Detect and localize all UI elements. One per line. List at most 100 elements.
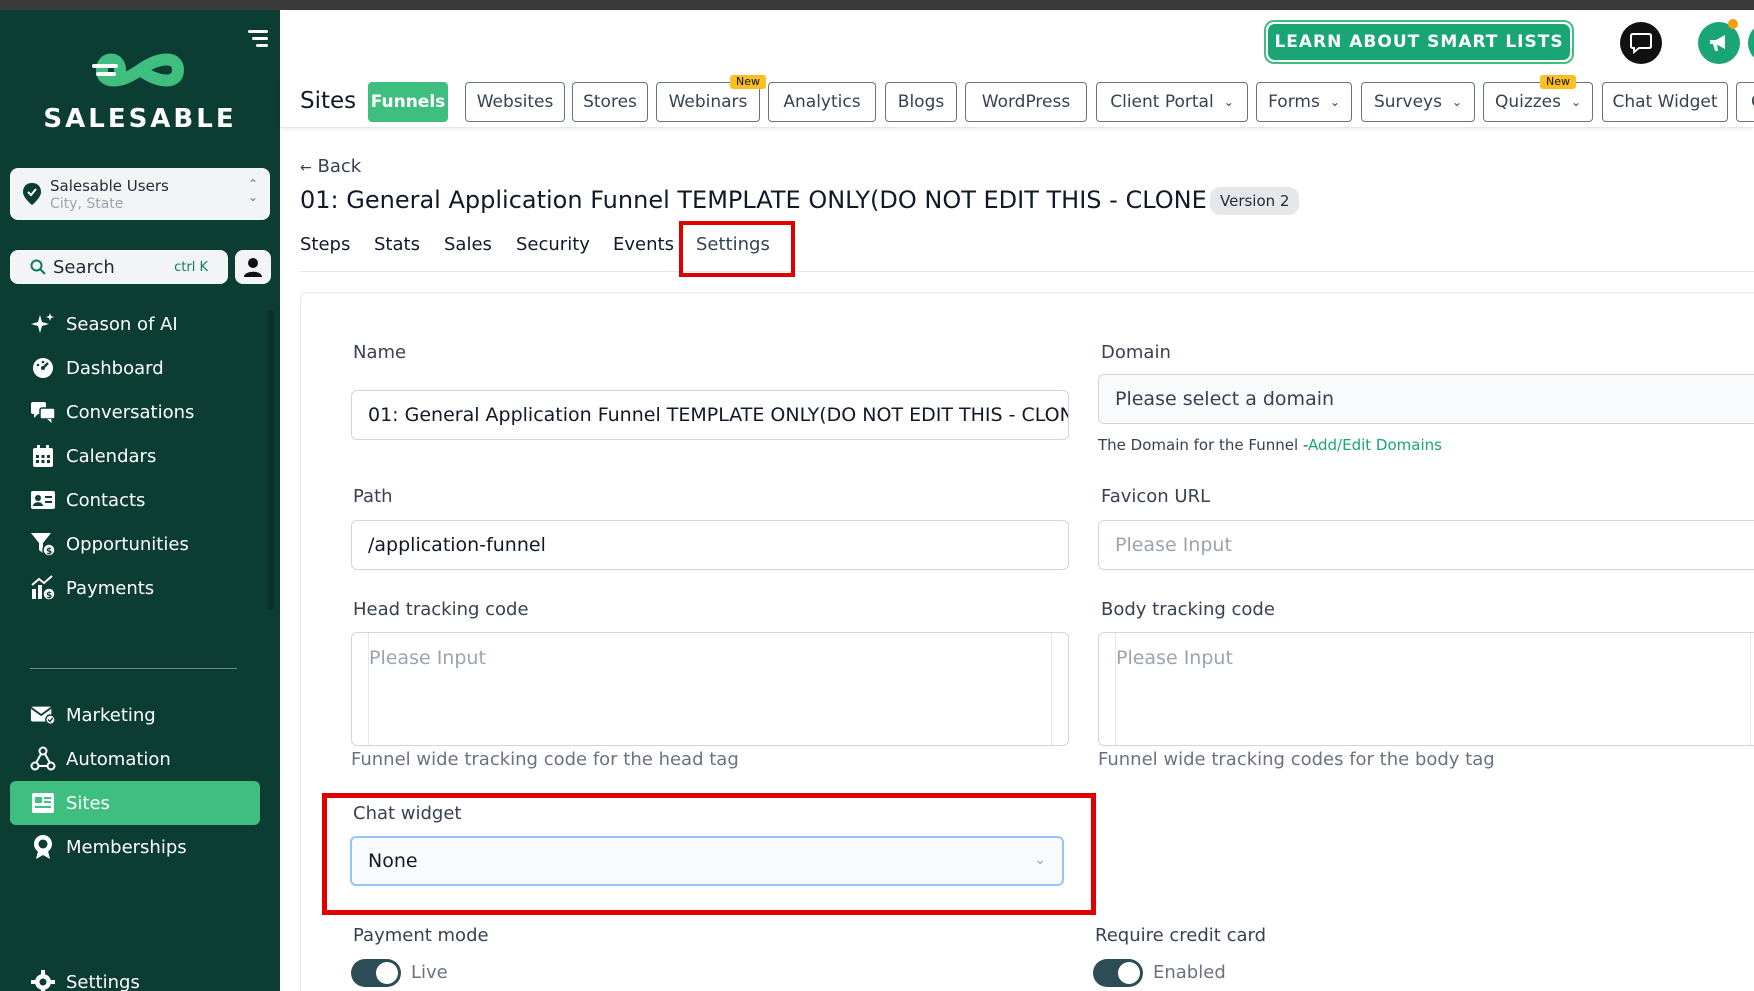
sidebar-item-label: Opportunities <box>66 533 189 555</box>
tab-label: Blogs <box>897 92 945 112</box>
tab-security[interactable]: Security <box>516 234 590 255</box>
new-badge: New <box>1540 75 1576 89</box>
back-link[interactable]: ← Back <box>300 156 361 177</box>
location-pin-icon <box>23 183 41 205</box>
favicon-label: Favicon URL <box>1101 486 1211 507</box>
tab-blogs[interactable]: Blogs <box>885 82 957 122</box>
sites-tabs-bar: Sites Funnels Websites Stores Webinars N… <box>280 75 1754 128</box>
tab-funnels[interactable]: Funnels <box>368 82 448 122</box>
domain-select[interactable]: Please select a domain <box>1098 374 1754 424</box>
user-icon <box>244 258 262 277</box>
payments-chart-icon: $ <box>30 575 56 601</box>
sidebar-item-label: Payments <box>66 577 155 599</box>
tab-steps[interactable]: Steps <box>300 234 350 255</box>
tab-quizzes[interactable]: Quizzes ⌄ <box>1483 82 1593 122</box>
favicon-input[interactable]: Please Input <box>1098 520 1754 570</box>
chevron-down-icon: ⌄ <box>1451 95 1463 109</box>
chevron-down-icon: ⌄ <box>1223 95 1234 109</box>
sidebar-item-automation[interactable]: Automation <box>10 737 260 781</box>
domain-label: Domain <box>1101 342 1171 363</box>
tab-stores[interactable]: Stores <box>572 82 648 122</box>
learn-smart-lists-label: LEARN ABOUT SMART LISTS <box>1268 24 1570 60</box>
support-chat-button[interactable] <box>1620 22 1662 64</box>
domain-helper-text: The Domain for the Funnel - <box>1098 436 1308 454</box>
sidebar-item-marketing[interactable]: Marketing <box>10 693 260 737</box>
tab-analytics[interactable]: Analytics <box>768 82 876 122</box>
search-label: Search <box>53 257 115 278</box>
head-code-textarea[interactable]: Please Input <box>351 632 1069 746</box>
svg-text:$: $ <box>46 591 52 601</box>
search-icon <box>30 259 46 275</box>
sidebar-item-opportunities[interactable]: $ Opportunities <box>10 522 260 566</box>
search-shortcut: ctrl K <box>174 260 208 275</box>
chevron-up-down-icon: ⌃ ⌄ <box>247 177 258 204</box>
tab-label: WordPress <box>981 92 1071 112</box>
location-subtitle: City, State <box>50 196 124 212</box>
sidebar-search[interactable]: Search ctrl K <box>10 250 228 284</box>
sub-tabs-divider <box>300 271 1754 272</box>
chat-widget-highlight-box <box>322 793 1096 915</box>
sidebar-item-settings[interactable]: Settings <box>10 960 260 991</box>
header-action-button[interactable] <box>1748 22 1754 64</box>
tab-forms[interactable]: Forms ⌄ <box>1256 82 1352 122</box>
sidebar-item-label: Marketing <box>66 704 156 726</box>
sidebar-item-contacts[interactable]: Contacts <box>10 478 260 522</box>
sidebar-item-label: Contacts <box>66 489 146 511</box>
tab-qr[interactable]: QR <box>1736 82 1754 122</box>
toggle-knob <box>376 962 398 984</box>
tab-label: Quizzes <box>1494 92 1561 112</box>
sidebar-item-conversations[interactable]: Conversations <box>10 390 260 434</box>
brand-name: SALESABLE <box>43 104 237 134</box>
version-badge: Version 2 <box>1210 187 1300 215</box>
sidebar-item-season-of-ai[interactable]: Season of AI <box>10 302 260 346</box>
body-code-placeholder: Please Input <box>1115 633 1751 745</box>
tab-websites[interactable]: Websites <box>465 82 565 122</box>
sidebar-item-dashboard[interactable]: Dashboard <box>10 346 260 390</box>
contact-card-icon <box>30 487 56 513</box>
name-input[interactable]: 01: General Application Funnel TEMPLATE … <box>351 390 1069 440</box>
tab-surveys[interactable]: Surveys ⌄ <box>1361 82 1475 122</box>
tab-wordpress[interactable]: WordPress <box>965 82 1087 122</box>
tab-label: Funnels <box>370 92 446 112</box>
tab-sales[interactable]: Sales <box>444 234 492 255</box>
sidebar-item-sites[interactable]: Sites <box>10 781 260 825</box>
badge-icon <box>30 834 56 860</box>
sidebar-nav-secondary: Marketing Automation Sites Memberships <box>10 693 260 869</box>
require-card-toggle[interactable] <box>1093 959 1143 987</box>
calendar-icon <box>30 443 56 469</box>
section-title: Sites <box>300 88 357 114</box>
sidebar-item-calendars[interactable]: Calendars <box>10 434 260 478</box>
location-switcher[interactable]: Salesable Users City, State ⌃ ⌄ <box>10 168 270 220</box>
tab-chat-widget[interactable]: Chat Widget <box>1602 82 1728 122</box>
chevron-down-icon: ⌄ <box>1570 95 1582 109</box>
brand-logo[interactable]: SALESABLE <box>0 44 280 134</box>
sidebar-scrollbar[interactable] <box>268 310 274 610</box>
sidebar-item-label: Settings <box>66 971 140 991</box>
tab-events[interactable]: Events <box>613 234 674 255</box>
add-edit-domains-link[interactable]: Add/Edit Domains <box>1308 436 1442 454</box>
require-card-value: Enabled <box>1153 962 1226 983</box>
svg-text:$: $ <box>46 547 52 557</box>
back-label: Back <box>317 156 362 177</box>
automation-icon <box>30 746 56 772</box>
chat-bubbles-icon <box>30 399 56 425</box>
user-profile-button[interactable] <box>235 250 271 284</box>
sidebar-nav-bottom: Settings <box>10 960 260 991</box>
sidebar-item-label: Dashboard <box>66 357 164 379</box>
chevron-down-icon: ⌄ <box>1329 95 1340 109</box>
gauge-icon <box>30 355 56 381</box>
learn-smart-lists-button[interactable]: LEARN ABOUT SMART LISTS <box>1264 20 1574 64</box>
tab-stats[interactable]: Stats <box>374 234 420 255</box>
envelope-icon <box>30 702 56 728</box>
location-name: Salesable Users <box>50 177 169 195</box>
window-top-strip <box>0 0 1754 10</box>
tab-label: Webinars <box>668 92 748 112</box>
body-code-textarea[interactable]: Please Input <box>1098 632 1754 746</box>
tab-client-portal[interactable]: Client Portal ⌄ <box>1096 82 1248 122</box>
sidebar-item-payments[interactable]: $ Payments <box>10 566 260 610</box>
path-input[interactable]: /application-funnel <box>351 520 1069 570</box>
settings-highlight-box <box>679 221 795 277</box>
megaphone-icon <box>1710 35 1725 51</box>
sidebar-item-memberships[interactable]: Memberships <box>10 825 260 869</box>
payment-mode-toggle[interactable] <box>351 959 401 987</box>
